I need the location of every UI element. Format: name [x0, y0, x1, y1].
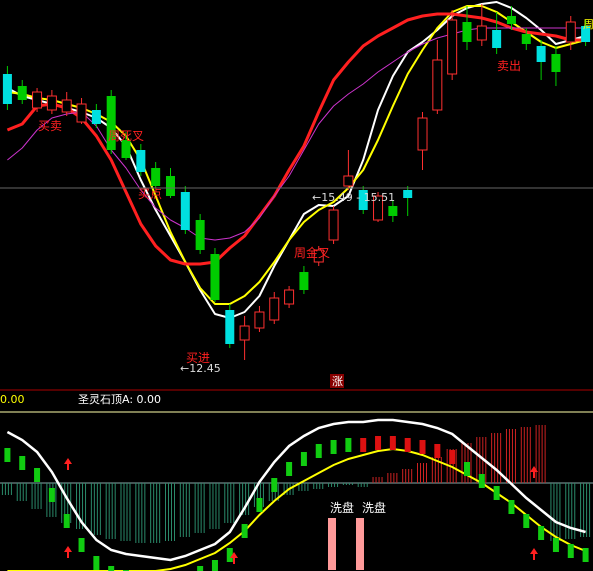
- annotation-sell-out: 卖出: [497, 59, 521, 73]
- candle-body-10: [151, 168, 161, 186]
- candle-body-33: [492, 30, 502, 48]
- candle-body-18: [269, 297, 280, 321]
- annotation-week: 周: [583, 18, 593, 31]
- trail-block-14: [211, 560, 218, 571]
- trail-block-29: [434, 444, 441, 458]
- candle-body-20: [299, 272, 309, 290]
- trail-block-18: [271, 478, 278, 492]
- candle-body-17: [254, 311, 265, 329]
- candle-body-13: [195, 220, 205, 250]
- trail-block-36: [538, 526, 545, 540]
- trail-block-15: [226, 548, 233, 562]
- trail-block-31: [463, 462, 470, 476]
- trail-block-26: [389, 436, 396, 450]
- trail-block-35: [523, 514, 530, 528]
- trail-block-4: [63, 514, 70, 528]
- candle-body-16: [239, 325, 250, 341]
- indicator-title: 圣灵石顶A: 0.00: [78, 393, 161, 406]
- trail-block-1: [19, 456, 26, 470]
- trail-block-19: [286, 462, 293, 476]
- trail-block-17: [256, 498, 263, 512]
- low-price-mark: ←12.45: [180, 362, 221, 375]
- candle-body-5: [76, 103, 87, 123]
- trail-block-22: [330, 440, 337, 454]
- wash-label-2: 洗盘: [362, 500, 386, 515]
- trail-block-3: [48, 488, 55, 502]
- up-arrow-3: [64, 458, 72, 470]
- candle-body-1: [17, 86, 27, 100]
- trail-block-34: [508, 500, 515, 514]
- candle-body-32: [476, 25, 487, 41]
- candle-body-15: [225, 310, 235, 344]
- trail-block-24: [360, 438, 367, 452]
- trail-block-38: [567, 544, 574, 558]
- candle-body-23: [343, 175, 354, 187]
- candle-body-27: [403, 190, 413, 198]
- trail-block-20: [300, 452, 307, 466]
- indicator-left-value: 0.00: [0, 393, 25, 406]
- candle-body-30: [447, 19, 458, 75]
- trail-block-37: [552, 538, 559, 552]
- wash-label-1: 洗盘: [330, 500, 354, 515]
- trail-block-30: [449, 450, 456, 464]
- trail-block-23: [345, 438, 352, 452]
- annotation-buy-point: 买点: [138, 187, 162, 201]
- candle-body-22: [328, 209, 339, 241]
- trail-block-25: [375, 436, 382, 450]
- trail-block-39: [582, 548, 589, 562]
- candle-body-4: [61, 99, 72, 113]
- candle-body-38: [565, 21, 576, 43]
- candle-body-36: [536, 46, 546, 62]
- candle-body-3: [46, 95, 57, 111]
- candle-body-12: [180, 192, 190, 230]
- candle-body-19: [284, 289, 295, 305]
- trail-block-0: [4, 448, 11, 462]
- candle-body-34: [506, 16, 516, 24]
- candle-body-29: [432, 59, 443, 111]
- trail-block-32: [478, 474, 485, 488]
- candle-body-11: [165, 176, 175, 196]
- candle-body-37: [551, 54, 561, 72]
- candle-body-2: [32, 91, 43, 109]
- candle-body-28: [417, 117, 428, 151]
- up-arrow-2: [530, 548, 538, 560]
- trail-block-13: [197, 566, 204, 571]
- annotation-week-golden-cross: 周金叉: [294, 245, 330, 260]
- limit-up-badge: 涨: [332, 375, 343, 388]
- annotation-week-death-cross: 周死叉: [108, 129, 144, 143]
- wash-bar-0: [328, 518, 336, 570]
- candle-body-0: [2, 74, 12, 104]
- trail-block-28: [419, 440, 426, 454]
- trail-block-6: [93, 556, 100, 570]
- indicator-panel: [1, 418, 591, 571]
- candle-body-35: [521, 34, 531, 44]
- trail-block-21: [315, 444, 322, 458]
- trail-block-16: [241, 524, 248, 538]
- candle-body-9: [136, 150, 146, 172]
- main-candlestick-panel: [2, 1, 591, 360]
- candle-body-14: [210, 254, 220, 300]
- wash-bar-1: [356, 518, 364, 570]
- stock-chart-canvas: 0.00 圣灵石顶A: 0.00 涨 洗盘 洗盘 买卖 周死叉 买点 周金叉 买…: [0, 1, 593, 571]
- trail-block-7: [108, 566, 115, 571]
- trail-block-27: [404, 438, 411, 452]
- reference-price-mark: ←15.49 - 15.51: [312, 191, 395, 204]
- candle-body-6: [91, 110, 101, 124]
- annotation-buysell: 买卖: [38, 119, 62, 133]
- trail-block-33: [493, 486, 500, 500]
- candle-body-26: [388, 206, 398, 216]
- candle-body-31: [462, 22, 472, 42]
- up-arrow-0: [64, 546, 72, 558]
- trail-block-5: [78, 538, 85, 552]
- up-arrow-4: [530, 466, 538, 478]
- trail-block-2: [34, 468, 41, 482]
